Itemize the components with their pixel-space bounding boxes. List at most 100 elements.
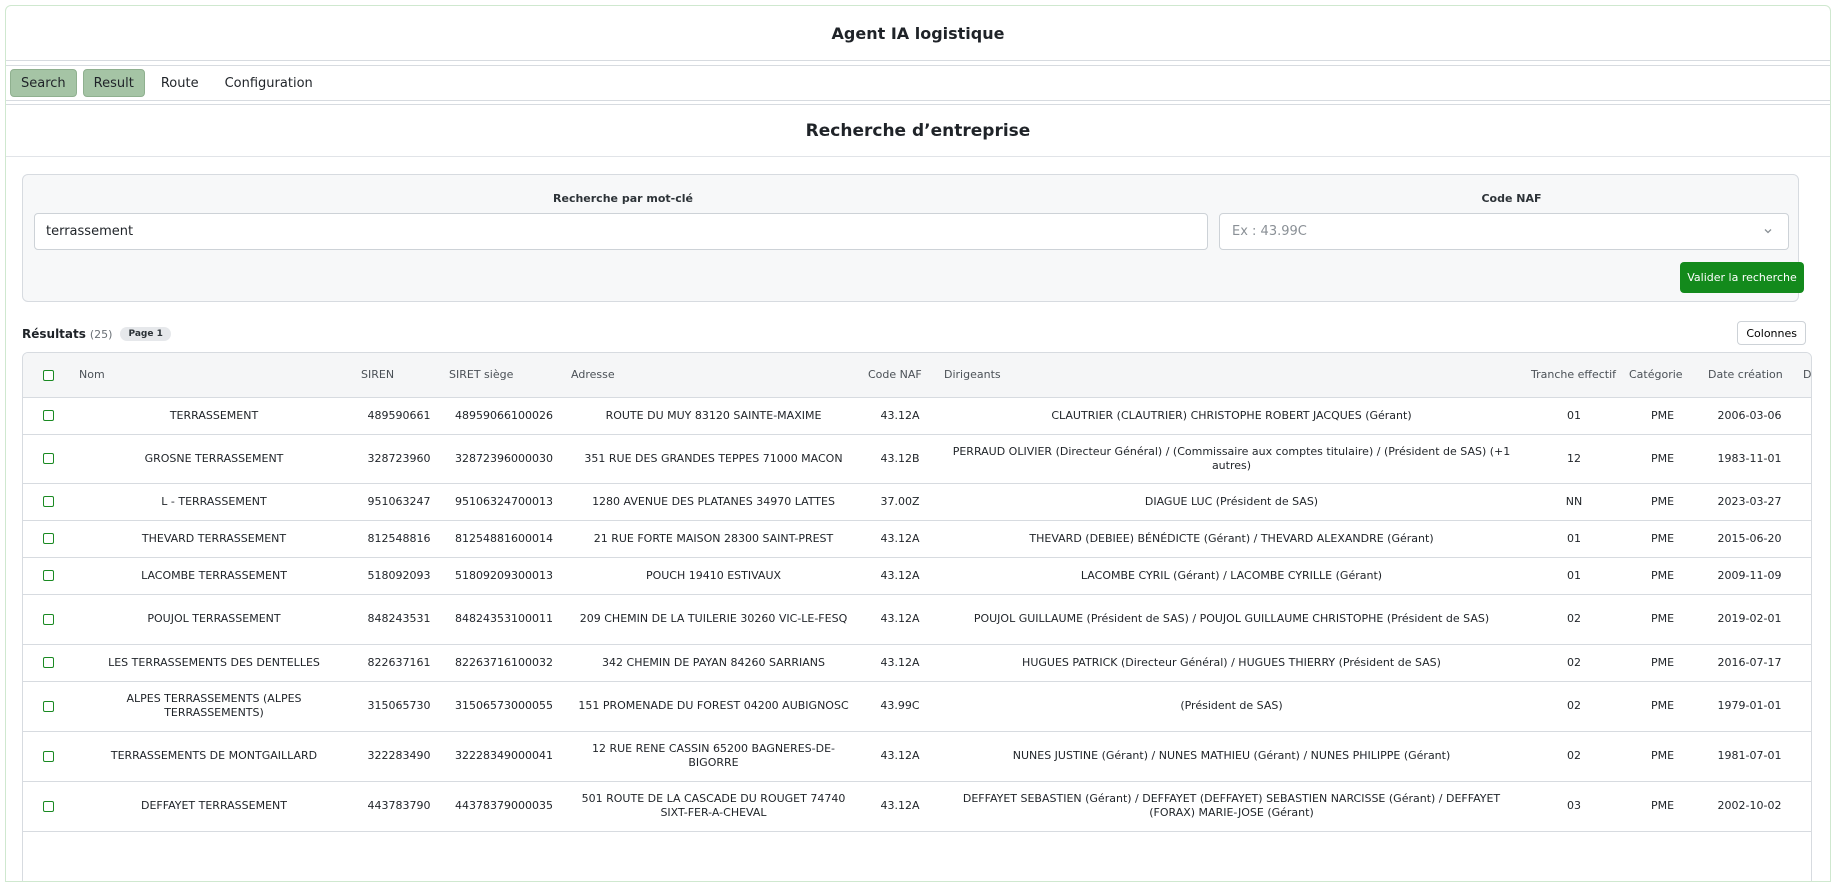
- cell-categorie: PME: [1623, 594, 1702, 645]
- cell-fermeture: —: [1797, 644, 1811, 682]
- keyword-input[interactable]: [34, 213, 1208, 250]
- table-row[interactable]: GROSNE TERRASSEMENT 328723960 328723960000…: [23, 434, 1811, 484]
- header-categorie[interactable]: Catégorie: [1623, 353, 1702, 398]
- cell-tranche: 01: [1525, 557, 1623, 595]
- cell-dirigeants: NUNES JUSTINE (Gérant) / NUNES MATHIEU (…: [938, 731, 1525, 782]
- cell-fermeture: —: [1797, 594, 1811, 645]
- header-tranche[interactable]: Tranche effectif: [1525, 353, 1623, 398]
- row-checkbox-cell: [23, 731, 73, 782]
- table-row[interactable]: THEVARD TERRASSEMENT 812548816 81254881600…: [23, 520, 1811, 558]
- cell-siret: 81254881600014: [443, 520, 565, 558]
- row-checkbox[interactable]: [42, 410, 54, 421]
- header-naf[interactable]: Code NAF: [862, 353, 938, 398]
- table-row[interactable]: TERRASSEMENTS DE MONTGAILLARD 322283490 32…: [23, 731, 1811, 782]
- row-checkbox[interactable]: [42, 453, 54, 464]
- header-creation[interactable]: Date création: [1702, 353, 1797, 398]
- row-checkbox-cell: [23, 557, 73, 595]
- cell-naf: 43.12A: [862, 594, 938, 645]
- row-checkbox[interactable]: [42, 700, 54, 712]
- page-badge: Page 1: [120, 327, 171, 341]
- cell-nom: ALPES TERRASSEMENTS (ALPES TERRASSEMENTS…: [73, 681, 355, 732]
- tab-search[interactable]: Search: [10, 69, 77, 97]
- cell-fermeture: —: [1797, 520, 1811, 558]
- header-adresse[interactable]: Adresse: [565, 353, 862, 398]
- cell-categorie: PME: [1623, 434, 1702, 484]
- naf-select[interactable]: Ex : 43.99C: [1219, 213, 1789, 250]
- tab-result[interactable]: Result: [82, 69, 145, 97]
- header-siren[interactable]: SIREN: [355, 353, 443, 398]
- cell-tranche: 02: [1525, 731, 1623, 782]
- header-nom[interactable]: Nom: [73, 353, 355, 398]
- row-checkbox-cell: [23, 644, 73, 682]
- cell-fermeture: —: [1797, 434, 1811, 484]
- cell-tranche: 01: [1525, 397, 1623, 435]
- submit-search-button[interactable]: Valider la recherche: [1680, 262, 1804, 293]
- tab-bar: Search Result Route Configuration: [6, 65, 1830, 101]
- row-checkbox-cell: [23, 681, 73, 732]
- header-fermeture[interactable]: Date fermeture: [1797, 353, 1811, 398]
- row-checkbox[interactable]: [42, 570, 54, 581]
- cell-fermeture: —: [1797, 557, 1811, 595]
- cell-tranche: 03: [1525, 781, 1623, 832]
- row-checkbox[interactable]: [42, 533, 54, 544]
- select-all-checkbox[interactable]: [42, 369, 54, 381]
- table-row[interactable]: POUJOL TERRASSEMENT 848243531 848243531000…: [23, 594, 1811, 645]
- cell-creation: 2016-07-17: [1702, 644, 1797, 682]
- cell-tranche: 02: [1525, 681, 1623, 732]
- cell-siren: 315065730: [355, 681, 443, 732]
- header-dirigeants[interactable]: Dirigeants: [938, 353, 1525, 398]
- row-checkbox-cell: [23, 781, 73, 832]
- row-checkbox[interactable]: [42, 657, 54, 668]
- cell-nom: LACOMBE TERRASSEMENT: [73, 557, 355, 595]
- row-checkbox[interactable]: [42, 800, 54, 812]
- table-row[interactable]: ALPES TERRASSEMENTS (ALPES TERRASSEMENTS…: [23, 681, 1811, 732]
- cell-tranche: 12: [1525, 434, 1623, 484]
- header-siret[interactable]: SIRET siège: [443, 353, 565, 398]
- cell-nom: THEVARD TERRASSEMENT: [73, 520, 355, 558]
- cell-creation: 2002-10-02: [1702, 781, 1797, 832]
- columns-button[interactable]: Colonnes: [1737, 321, 1806, 345]
- row-checkbox[interactable]: [42, 613, 54, 625]
- tab-route[interactable]: Route: [151, 69, 209, 97]
- cell-naf: 43.12A: [862, 397, 938, 435]
- cell-siret: 51809209300013: [443, 557, 565, 595]
- cell-categorie: PME: [1623, 483, 1702, 521]
- table-row[interactable]: LES TERRASSEMENTS DES DENTELLES 822637161…: [23, 644, 1811, 682]
- cell-dirigeants: CLAUTRIER (CLAUTRIER) CHRISTOPHE ROBERT …: [938, 397, 1525, 435]
- cell-siren: 848243531: [355, 594, 443, 645]
- naf-placeholder: Ex : 43.99C: [1232, 224, 1307, 239]
- row-checkbox[interactable]: [42, 496, 54, 507]
- cell-siret: 95106324700013: [443, 483, 565, 521]
- app-title: Agent IA logistique: [6, 6, 1830, 61]
- row-checkbox-cell: [23, 594, 73, 645]
- cell-siren: 518092093: [355, 557, 443, 595]
- cell-adresse: 12 RUE RENE CASSIN 65200 BAGNERES-DE-BIG…: [565, 731, 862, 782]
- cell-naf: 43.12A: [862, 557, 938, 595]
- cell-tranche: 01: [1525, 520, 1623, 558]
- row-checkbox[interactable]: [42, 750, 54, 762]
- cell-creation: 1979-01-01: [1702, 681, 1797, 732]
- table-row[interactable]: L - TERRASSEMENT 951063247 95106324700013 1…: [23, 483, 1811, 521]
- cell-dirigeants: DEFFAYET SEBASTIEN (Gérant) / DEFFAYET (…: [938, 781, 1525, 832]
- table-row[interactable]: DEFFAYET TERRASSEMENT 443783790 4437837900…: [23, 781, 1811, 832]
- cell-fermeture: —: [1797, 781, 1811, 832]
- app-window: Agent IA logistique Search Result Route …: [5, 5, 1831, 882]
- cell-fermeture: —: [1797, 483, 1811, 521]
- cell-dirigeants: LACOMBE CYRIL (Gérant) / LACOMBE CYRILLE…: [938, 557, 1525, 595]
- cell-naf: 43.99C: [862, 681, 938, 732]
- cell-categorie: PME: [1623, 520, 1702, 558]
- cell-siren: 328723960: [355, 434, 443, 484]
- cell-adresse: 151 PROMENADE DU FOREST 04200 AUBIGNOSC: [565, 681, 862, 732]
- tab-configuration[interactable]: Configuration: [215, 69, 323, 97]
- cell-creation: 2009-11-09: [1702, 557, 1797, 595]
- cell-dirigeants: (Président de SAS): [938, 681, 1525, 732]
- cell-categorie: PME: [1623, 397, 1702, 435]
- cell-adresse: 501 ROUTE DE LA CASCADE DU ROUGET 74740 …: [565, 781, 862, 832]
- cell-naf: 43.12A: [862, 644, 938, 682]
- table-row[interactable]: TERRASSEMENT 489590661 48959066100026 ROUTE…: [23, 397, 1811, 435]
- row-checkbox-cell: [23, 520, 73, 558]
- cell-tranche: 02: [1525, 644, 1623, 682]
- cell-siret: 31506573000055: [443, 681, 565, 732]
- cell-creation: 1983-11-01: [1702, 434, 1797, 484]
- table-row[interactable]: LACOMBE TERRASSEMENT 518092093 51809209300…: [23, 557, 1811, 595]
